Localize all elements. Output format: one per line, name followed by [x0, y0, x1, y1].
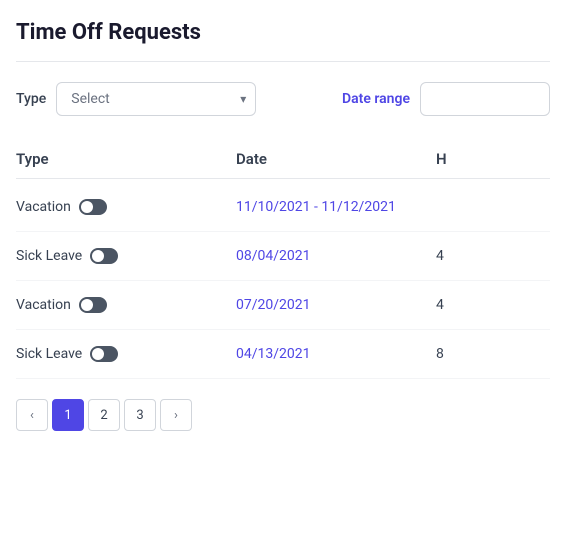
pagination-prev-button[interactable]: ‹	[16, 399, 48, 431]
table-header: Type Date H	[16, 140, 550, 179]
table-row: Vacation 07/20/2021 4	[16, 281, 550, 330]
header-date: Date	[236, 150, 436, 168]
type-filter-label: Type	[16, 91, 46, 107]
type-text: Vacation	[16, 297, 71, 313]
header-hours: H	[436, 150, 550, 168]
date-cell: 04/13/2021	[236, 346, 436, 362]
date-range-group: Date range	[342, 82, 550, 116]
filters-row: Type Select Vacation Sick Leave ▾ Date r…	[16, 82, 550, 116]
toggle-icon	[90, 346, 118, 362]
type-text: Sick Leave	[16, 346, 82, 362]
type-cell: Vacation	[16, 297, 236, 313]
pagination-page-2-button[interactable]: 2	[88, 399, 120, 431]
pagination-page-1-button[interactable]: 1	[52, 399, 84, 431]
pagination-page-3-button[interactable]: 3	[124, 399, 156, 431]
type-cell: Sick Leave	[16, 346, 236, 362]
type-text: Vacation	[16, 199, 71, 215]
hours-cell: 4	[436, 248, 550, 264]
page-title: Time Off Requests	[16, 20, 550, 62]
table-body: Vacation 11/10/2021 - 11/12/2021 Sick Le…	[16, 183, 550, 379]
table-row: Sick Leave 08/04/2021 4	[16, 232, 550, 281]
toggle-icon	[90, 248, 118, 264]
toggle-icon	[79, 199, 107, 215]
type-filter-group: Type Select Vacation Sick Leave ▾	[16, 82, 256, 116]
header-type: Type	[16, 150, 236, 168]
date-range-label: Date range	[342, 91, 410, 107]
type-cell: Vacation	[16, 199, 236, 215]
hours-cell: 8	[436, 346, 550, 362]
date-range-input[interactable]	[420, 82, 550, 116]
table-row: Vacation 11/10/2021 - 11/12/2021	[16, 183, 550, 232]
type-select[interactable]: Select Vacation Sick Leave	[56, 82, 256, 116]
date-cell: 11/10/2021 - 11/12/2021	[236, 199, 436, 215]
pagination-next-button[interactable]: ›	[160, 399, 192, 431]
table-row: Sick Leave 04/13/2021 8	[16, 330, 550, 379]
page-container: Time Off Requests Type Select Vacation S…	[0, 0, 566, 451]
hours-cell: 4	[436, 297, 550, 313]
type-text: Sick Leave	[16, 248, 82, 264]
type-select-wrapper: Select Vacation Sick Leave ▾	[56, 82, 256, 116]
date-cell: 08/04/2021	[236, 248, 436, 264]
type-cell: Sick Leave	[16, 248, 236, 264]
pagination-row: ‹ 1 2 3 ›	[16, 399, 550, 431]
table-container: Type Date H Vacation 11/10/2021 - 11/12/…	[16, 140, 550, 379]
date-cell: 07/20/2021	[236, 297, 436, 313]
toggle-icon	[79, 297, 107, 313]
